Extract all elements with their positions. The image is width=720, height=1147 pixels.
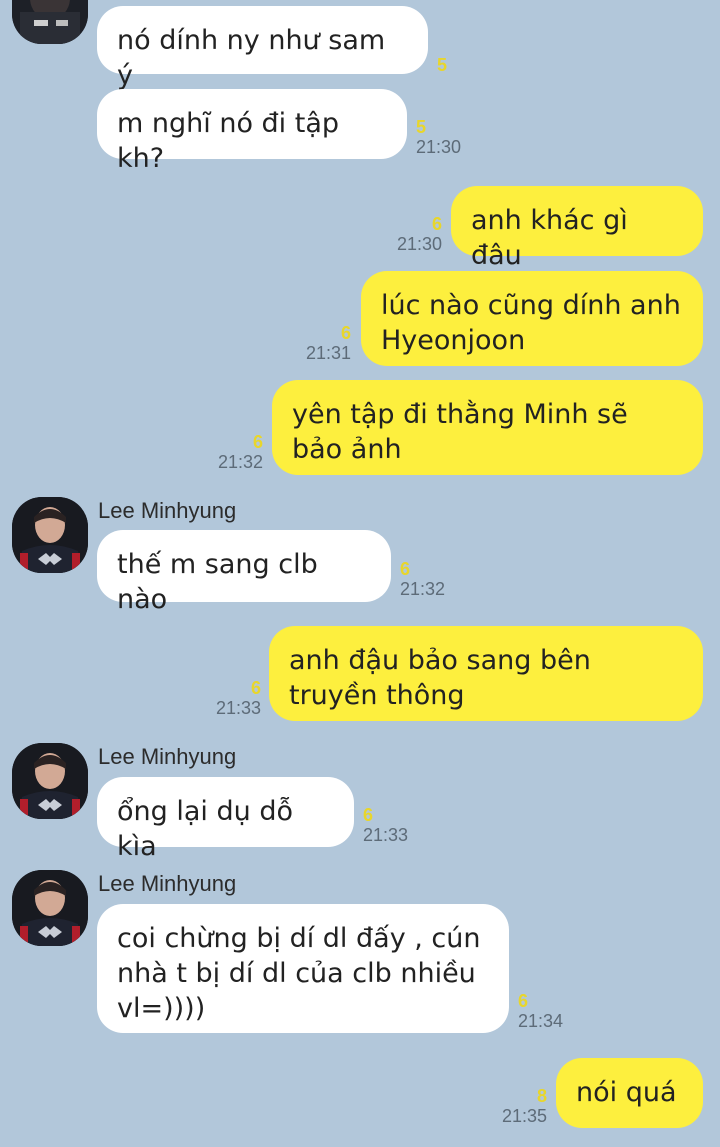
message-bubble[interactable]: m nghĩ nó đi tập kh? [97, 89, 407, 174]
message-time: 21:33 [215, 698, 261, 718]
message-bubble[interactable]: ổng lại dụ dỗ kìa [97, 777, 354, 862]
message-meta: 5 [437, 55, 447, 75]
unread-count: 6 [431, 214, 442, 234]
unread-count: 6 [250, 678, 261, 698]
message-text: lúc nào cũng dính anh Hyeonjoon [381, 290, 681, 356]
message-meta: 5 21:30 [416, 117, 461, 157]
message-bubble[interactable]: coi chừng bị dí dl đấy , cún nhà t bị dí… [97, 904, 509, 1033]
message-time: 21:35 [501, 1106, 547, 1126]
message-text: m nghĩ nó đi tập kh? [117, 108, 340, 174]
message-bubble[interactable]: nói quá [556, 1058, 703, 1128]
sender-name: Lee Minhyung [98, 871, 237, 896]
message-text: yên tập đi thằng Minh sẽ bảo ảnh [292, 399, 628, 465]
message-time: 21:32 [217, 452, 263, 472]
message-bubble[interactable]: yên tập đi thằng Minh sẽ bảo ảnh [272, 380, 703, 475]
message-text: nó dính ny như sam ý [117, 25, 386, 91]
message-bubble[interactable]: nó dính ny như sam ý [97, 6, 428, 91]
message-time: 21:30 [396, 234, 442, 254]
message-meta: 6 21:33 [363, 805, 408, 845]
sender-name: Lee Minhyung [98, 744, 237, 769]
message-bubble[interactable]: lúc nào cũng dính anh Hyeonjoon [361, 271, 703, 366]
message-text: anh đậu bảo sang bên truyền thông [289, 645, 591, 711]
message-bubble[interactable]: anh khác gì đâu [451, 186, 703, 271]
unread-count: 6 [518, 991, 529, 1011]
message-meta: 8 21:35 [502, 1086, 547, 1126]
message-meta: 6 21:33 [216, 678, 261, 718]
message-meta: 6 21:34 [518, 991, 563, 1031]
message-meta: 6 21:32 [400, 559, 445, 599]
sender-avatar[interactable] [12, 870, 88, 946]
message-meta: 6 21:31 [306, 323, 351, 363]
message-text: ổng lại dụ dỗ kìa [117, 796, 293, 862]
message-time: 21:34 [518, 1011, 564, 1031]
message-time: 21:32 [400, 579, 446, 599]
unread-count: 8 [536, 1086, 547, 1106]
message-text: coi chừng bị dí dl đấy , cún nhà t bị dí… [117, 923, 481, 1024]
message-bubble[interactable]: thế m sang clb nào [97, 530, 391, 615]
message-meta: 6 21:32 [218, 432, 263, 472]
message-text: nói quá [576, 1077, 677, 1108]
sender-avatar[interactable] [12, 743, 88, 819]
unread-count: 6 [400, 559, 411, 579]
message-time: 21:30 [416, 137, 462, 157]
message-bubble[interactable]: anh đậu bảo sang bên truyền thông [269, 626, 703, 721]
unread-count: 5 [416, 117, 427, 137]
message-text: anh khác gì đâu [471, 205, 628, 271]
message-time: 21:31 [305, 343, 351, 363]
unread-count: 5 [437, 55, 448, 75]
unread-count: 6 [252, 432, 263, 452]
message-time: 21:33 [363, 825, 409, 845]
unread-count: 6 [363, 805, 374, 825]
sender-avatar[interactable] [12, 497, 88, 573]
message-text: thế m sang clb nào [117, 549, 318, 615]
unread-count: 6 [340, 323, 351, 343]
sender-avatar[interactable] [12, 0, 88, 44]
sender-name: Lee Minhyung [98, 498, 237, 523]
message-meta: 6 21:30 [397, 214, 442, 254]
